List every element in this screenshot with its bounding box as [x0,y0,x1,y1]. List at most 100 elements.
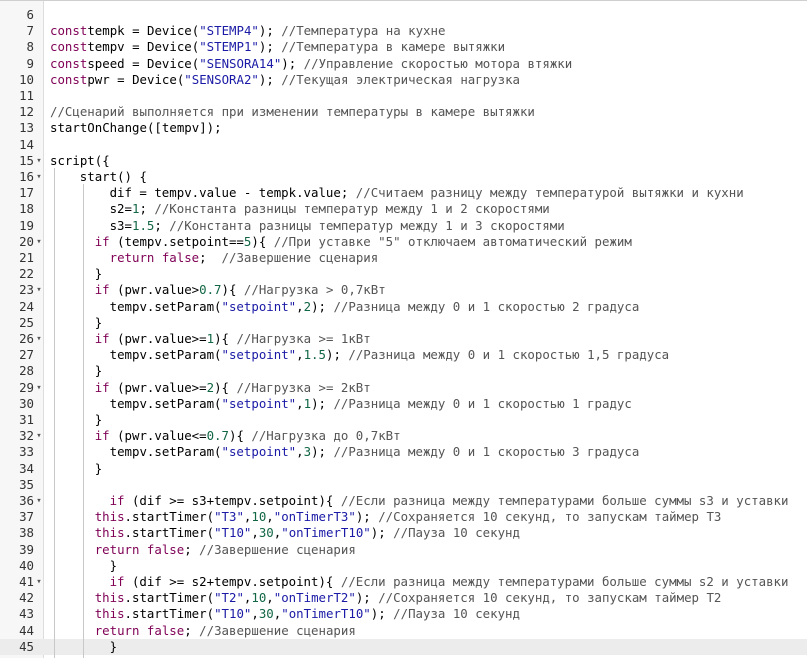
code-token: , [266,590,274,606]
code-token: "T3" [214,509,244,525]
code-line[interactable]: 37 this.startTimer("T3",10,"onTimerT3"); … [0,509,807,525]
code-token: "onTimerT2" [273,590,356,606]
code-line[interactable]: 13 startOnChange([tempv]); [0,120,807,136]
editor-top-border [0,0,807,1]
code-token: false [146,622,185,638]
code-text: if (pwr.value>0.7){ //Нагрузка > 0,7кВт [50,282,386,298]
code-line[interactable]: 31} [0,412,807,428]
code-token: 1 [303,395,312,411]
code-token: , [266,509,274,525]
code-token: if [94,331,110,346]
code-line[interactable]: 42 this.startTimer("T2",10,"onTimerT2"); … [0,590,807,606]
code-token: tempv = Device( [87,39,200,55]
line-number: 19 [19,217,34,233]
fold-arrow-down-icon[interactable]: ▾ [35,380,43,396]
code-text: tempv.setParam("setpoint",1); //Разница … [50,396,632,412]
code-line[interactable]: 6 [0,7,807,23]
code-line[interactable]: 17 dif = tempv.value - tempk.value; //Счи… [0,185,807,201]
code-token: tempv.setParam( [94,395,222,411]
code-line[interactable]: 7 consttempk = Device("STEMP4"); //Темпер… [0,23,807,39]
code-line[interactable]: 32 ▾ if (pwr.value<=0.7){ //Нагрузка до 0,… [0,428,807,444]
code-line[interactable]: 10 constpwr = Device("SENSORA2"); //Текущ… [0,72,807,88]
code-line[interactable]: 27 tempv.setParam("setpoint",1.5); //Раз… [0,347,807,363]
line-number: 43 [19,606,34,622]
code-token: startOnChange([tempv]); [50,120,222,136]
code-line[interactable]: 18 s2=1; //Константа разницы температур м… [0,201,807,217]
code-token: if [94,428,110,444]
code-token: ; [139,201,155,217]
code-line[interactable]: 22} [0,266,807,282]
code-line[interactable]: 14 [0,137,807,153]
code-line[interactable]: 20 ▾ if (tempv.setpoint==5){ //При уставке… [0,234,807,250]
fold-arrow-down-icon[interactable]: ▾ [35,169,43,185]
line-number: 21 [19,250,34,265]
code-token: const [50,55,88,71]
code-line[interactable]: 35 [0,477,807,493]
code-text: tempv.setParam("setpoint",1.5); //Разниц… [50,347,670,363]
code-line[interactable]: 40} [0,558,807,574]
code-line[interactable]: 23 ▾ if (pwr.value>0.7){ //Нагрузка > 0,7к… [0,282,807,298]
code-line[interactable]: 45} [0,638,807,655]
code-token: "setpoint" [221,298,297,314]
code-token: "T10" [214,606,252,622]
code-line[interactable]: 26 ▾ if (pwr.value>=1){ //Нагрузка >= 1кВт [0,331,807,347]
fold-arrow-down-icon[interactable]: ▾ [35,282,43,298]
code-token: return [109,250,155,265]
code-line[interactable]: 33 tempv.setParam("setpoint",3); //Разни… [0,444,807,460]
code-line[interactable]: 19 s3=1.5; //Константа разницы температур… [0,218,807,234]
code-token: ){ [251,233,274,249]
line-number: 18 [19,201,34,217]
code-token: const [50,39,88,55]
code-token: 1.5 [131,217,155,233]
code-line[interactable]: 21 return false; //Завершение сценария [0,250,807,266]
code-line[interactable]: 43 this.startTimer("T10",30,"onTimerT10")… [0,606,807,622]
code-line[interactable]: 24 tempv.setParam("setpoint",2); //Разни… [0,299,807,315]
code-token: //Константа разницы температур между 1 и… [169,217,565,233]
code-token: //Управление скоростью мотора втяжки [303,55,573,71]
code-line[interactable]: 34} [0,461,807,477]
fold-arrow-down-icon[interactable]: ▾ [35,234,43,250]
code-line[interactable]: 36 ▾ if (dif >= s3+tempv.setpoint){ //Если… [0,493,807,509]
code-token: ); [258,23,282,39]
line-number: 38 [19,525,34,541]
code-token: //Разница между 0 и 1 скоростью 2 градус… [333,298,640,314]
code-token: tempk = Device( [87,23,200,39]
code-line[interactable]: 39 return false; //Завершение сценария [0,542,807,558]
code-token: false [161,250,200,265]
code-token: //Температура в камере вытяжки [281,39,506,55]
code-line[interactable]: 12 //Сценарий выполняется при изменении т… [0,104,807,120]
line-number: 11 [19,88,34,103]
code-line[interactable]: 41 ▾ if (dif >= s2+tempv.setpoint){ //Если… [0,574,807,590]
code-line[interactable]: 8 consttempv = Device("STEMP1"); //Темпер… [0,39,807,55]
code-text: startOnChange([tempv]); [50,120,222,136]
code-token: //Нагрузка до 0,7кВт [251,428,401,444]
code-token: , [251,525,259,541]
code-line[interactable]: 44 return false; //Завершение сценария [0,623,807,639]
code-token: ); [311,444,334,460]
fold-arrow-down-icon[interactable]: ▾ [35,574,43,590]
code-editor[interactable]: 6 7 consttempk = Device("STEMP4"); //Темпе… [0,0,807,658]
code-token: ); [355,509,379,525]
line-number: 31 [19,412,34,427]
code-line[interactable]: 15 ▾ script({ [0,153,807,169]
code-token: (pwr.value>= [109,379,207,395]
code-line[interactable]: 11 [0,88,807,104]
code-line[interactable]: 9 constspeed = Device("SENSORA14"); //Упр… [0,56,807,72]
code-text: return false; //Завершение сценария [50,623,356,639]
code-line[interactable]: 25} [0,315,807,331]
fold-arrow-down-icon[interactable]: ▾ [35,153,43,169]
code-line[interactable]: 30 tempv.setParam("setpoint",1); //Разни… [0,396,807,412]
code-text: } [50,266,102,282]
fold-arrow-down-icon[interactable]: ▾ [35,428,43,444]
fold-arrow-down-icon[interactable]: ▾ [35,493,43,509]
code-token: //Разница между 0 и 1 скоростью 3 градус… [333,444,640,460]
code-line[interactable]: 16 ▾ start() { [0,169,807,185]
code-line[interactable]: 38 this.startTimer("T10",30,"onTimerT10")… [0,525,807,541]
code-line[interactable]: 29 ▾ if (pwr.value>=2){ //Нагрузка >= 2кВт [0,380,807,396]
code-token: const [50,23,88,39]
code-line[interactable]: 28} [0,363,807,379]
fold-arrow-down-icon[interactable]: ▾ [35,331,43,347]
code-token: ){ [214,379,237,395]
code-token: } [94,314,103,330]
